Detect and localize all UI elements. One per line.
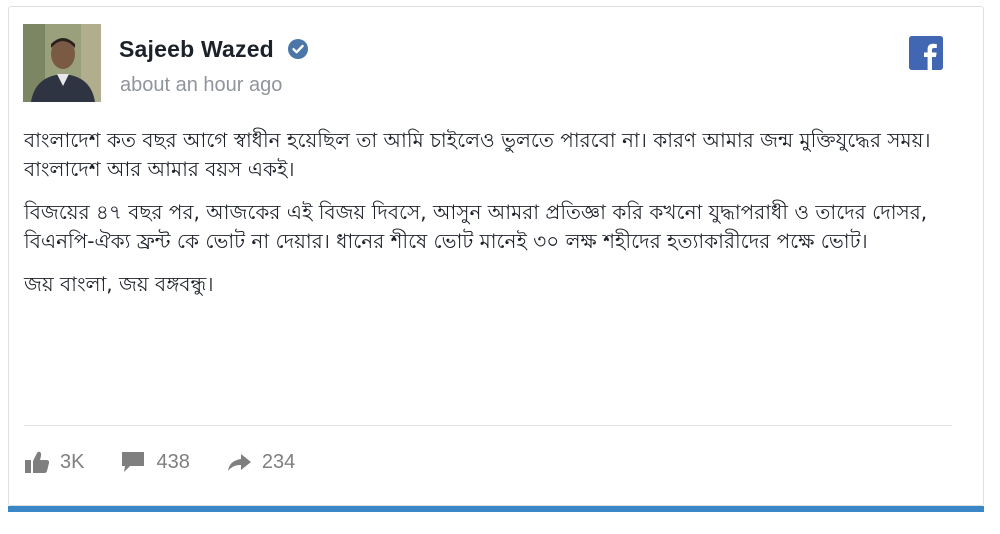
avatar[interactable] (23, 24, 101, 102)
stats-divider (24, 425, 952, 426)
author-name-label[interactable]: Sajeeb Wazed (119, 36, 274, 62)
like-count: 3K (60, 450, 85, 473)
comment-bubble-icon (122, 452, 145, 472)
card-bottom-bar (8, 506, 984, 512)
post-paragraph-3: জয় বাংলা, জয় বঙ্গবন্ধু। (24, 272, 214, 296)
share-arrow-icon (227, 454, 251, 471)
engagement-stats: 3K 438 234 (24, 446, 331, 478)
post-paragraph-1: বাংলাদেশ কত বছর আগে স্বাধীন হয়েছিল তা আ… (24, 128, 931, 181)
author-name[interactable]: Sajeeb Wazed (119, 36, 309, 66)
verified-badge-icon (287, 38, 309, 66)
facebook-icon[interactable] (909, 36, 943, 70)
post-paragraph-2: বিজয়ের ৪৭ বছর পর, আজকের এই বিজয় দিবসে,… (24, 200, 928, 253)
post-text: বাংলাদেশ কত বছর আগে স্বাধীন হয়েছিল তা আ… (24, 126, 954, 313)
share-count-button[interactable]: 234 (226, 450, 295, 474)
avatar-photo (23, 24, 101, 102)
comment-count: 438 (156, 450, 190, 473)
share-count: 234 (261, 450, 296, 473)
comment-count-button[interactable]: 438 (120, 450, 190, 474)
like-count-button[interactable]: 3K (24, 450, 84, 474)
post-timestamp[interactable]: about an hour ago (120, 74, 282, 97)
thumbs-up-icon (25, 451, 50, 473)
